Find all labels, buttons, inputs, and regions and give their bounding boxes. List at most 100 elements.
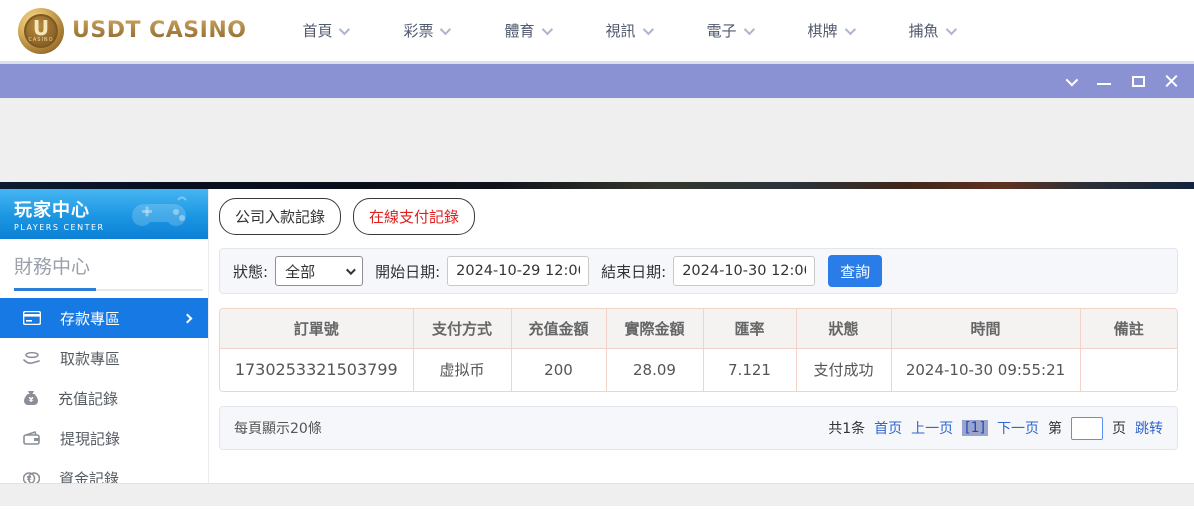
svg-text:¥: ¥ (29, 396, 34, 404)
cell-order-number: 1730253321503799 (220, 348, 413, 391)
sidebar-item-label: 取款專區 (60, 348, 120, 369)
nav-item-live-video[interactable]: 視訊 (606, 20, 651, 41)
sidebar-item-label: 存款專區 (60, 308, 120, 329)
nav-item-lottery[interactable]: 彩票 (403, 20, 448, 41)
cell-exchange-rate: 7.121 (703, 348, 796, 391)
logo-mini-text: CASINO (28, 37, 53, 43)
pagination-bar: 每頁顯示20條 共1条 首页 上一页 [1] 下一页 第 页 跳转 (219, 406, 1178, 450)
col-header-order-number: 訂單號 (220, 309, 413, 348)
minimize-bar (1097, 83, 1111, 85)
table-header-row: 訂單號 支付方式 充值金額 實際金額 匯率 狀態 時間 備註 (220, 309, 1177, 348)
svg-text:¥: ¥ (27, 475, 32, 483)
minimize-icon[interactable] (1096, 73, 1112, 89)
main-panel: 公司入款記錄 在線支付記錄 狀態: 全部 開始日期: 結束日期: 查詢 (209, 189, 1194, 483)
money-bag-icon: ¥ (23, 390, 39, 406)
maximize-icon[interactable] (1130, 73, 1146, 89)
withdraw-hand-icon (23, 351, 41, 365)
jump-prefix-text: 第 (1048, 418, 1062, 438)
main-menu: 首頁 彩票 體育 視訊 電子 棋牌 (302, 20, 953, 41)
sidebar: 玩家中心 PLAYERS CENTER 財務中心 (0, 189, 209, 483)
col-header-payment-method: 支付方式 (413, 309, 511, 348)
nav-item-board-games[interactable]: 棋牌 (808, 20, 853, 41)
sidebar-item-funds-records[interactable]: ¥ 資金記錄 (0, 458, 208, 483)
nav-item-label: 彩票 (403, 20, 433, 41)
pagination-current-page[interactable]: [1] (962, 420, 988, 436)
logo-icon: U CASINO (18, 8, 64, 54)
window-titlebar (0, 64, 1194, 98)
chevron-down-icon (945, 23, 956, 34)
nav-item-label: 體育 (504, 20, 534, 41)
end-date-input[interactable] (673, 256, 815, 286)
maximize-square (1132, 76, 1145, 87)
nav-item-label: 電子 (707, 20, 737, 41)
banner-placeholder (0, 98, 1194, 182)
section-underline (14, 289, 203, 291)
col-header-exchange-rate: 匯率 (703, 309, 796, 348)
sidebar-item-withdraw-zone[interactable]: 取款專區 (0, 338, 208, 378)
pagination-first[interactable]: 首页 (874, 418, 902, 438)
status-label: 狀態: (233, 261, 268, 282)
status-select-value: 全部 (285, 261, 315, 282)
sidebar-item-withdrawal-records[interactable]: 提現記錄 (0, 418, 208, 458)
sidebar-menu: 存款專區 取款專區 ¥ 充值記錄 (0, 298, 208, 483)
banner-bottom-strip (0, 182, 1194, 189)
sidebar-item-label: 充值記錄 (58, 388, 118, 409)
sidebar-item-label: 資金記錄 (59, 468, 119, 484)
page-size-text: 每頁顯示20條 (234, 418, 322, 438)
footer-strip (0, 483, 1194, 506)
cell-payment-method: 虚拟币 (413, 348, 511, 391)
cell-recharge-amount: 200 (511, 348, 606, 391)
tab-company-deposit-records[interactable]: 公司入款記錄 (219, 198, 341, 235)
end-date-label: 結束日期: (601, 261, 666, 282)
total-count-text: 共1条 (828, 418, 865, 438)
col-header-recharge-amount: 充值金額 (511, 309, 606, 348)
sidebar-header: 玩家中心 PLAYERS CENTER (0, 189, 208, 239)
chevron-down-icon (1065, 73, 1078, 86)
nav-item-home[interactable]: 首頁 (302, 20, 347, 41)
chevron-down-icon (541, 23, 552, 34)
pagination-prev[interactable]: 上一页 (911, 418, 953, 438)
page: U CASINO USDT CASINO 首頁 彩票 體育 視訊 (0, 0, 1194, 509)
jump-suffix-text: 页 (1112, 418, 1126, 438)
sidebar-section: 財務中心 (0, 239, 208, 291)
cell-time: 2024-10-30 09:55:21 (891, 348, 1080, 391)
search-button[interactable]: 查詢 (828, 255, 882, 287)
chevron-down-icon (339, 23, 350, 34)
content-area: 玩家中心 PLAYERS CENTER 財務中心 (0, 189, 1194, 483)
sidebar-item-recharge-records[interactable]: ¥ 充值記錄 (0, 378, 208, 418)
pagination-jump-button[interactable]: 跳转 (1135, 418, 1163, 438)
deposit-card-icon (23, 311, 41, 325)
start-date-label: 開始日期: (375, 261, 440, 282)
nav-item-slots[interactable]: 電子 (707, 20, 752, 41)
col-header-remark: 備註 (1080, 309, 1177, 348)
filter-bar: 狀態: 全部 開始日期: 結束日期: 查詢 (219, 248, 1178, 294)
cell-status: 支付成功 (796, 348, 891, 391)
nav-item-label: 視訊 (606, 20, 636, 41)
gamepad-icon (126, 194, 198, 236)
col-header-time: 時間 (891, 309, 1080, 348)
wallet-icon (23, 431, 41, 445)
sidebar-section-title: 財務中心 (14, 256, 90, 278)
sidebar-item-deposit-zone[interactable]: 存款專區 (0, 298, 208, 338)
nav-item-sports[interactable]: 體育 (504, 20, 549, 41)
logo-letter: U (33, 19, 49, 37)
nav-item-label: 捕魚 (909, 20, 939, 41)
nav-item-fishing[interactable]: 捕魚 (909, 20, 954, 41)
start-date-input[interactable] (447, 256, 589, 286)
page-jump-input[interactable] (1071, 417, 1103, 440)
funds-icon: ¥ (23, 471, 40, 484)
window-controls (1062, 73, 1180, 89)
logo[interactable]: U CASINO USDT CASINO (18, 8, 246, 54)
collapse-chevron-icon[interactable] (1062, 73, 1078, 89)
records-table: 訂單號 支付方式 充值金額 實際金額 匯率 狀態 時間 備註 173025332 (220, 309, 1177, 391)
col-header-status: 狀態 (796, 309, 891, 348)
status-select[interactable]: 全部 (275, 256, 363, 286)
chevron-down-icon (743, 23, 754, 34)
tab-online-payment-records[interactable]: 在線支付記錄 (353, 198, 475, 235)
table-row: 1730253321503799 虚拟币 200 28.09 7.121 支付成… (220, 348, 1177, 391)
pagination-next[interactable]: 下一页 (997, 418, 1039, 438)
pagination-controls: 共1条 首页 上一页 [1] 下一页 第 页 跳转 (828, 417, 1163, 440)
chevron-down-icon (844, 23, 855, 34)
top-nav: U CASINO USDT CASINO 首頁 彩票 體育 視訊 (0, 0, 1194, 64)
close-icon[interactable] (1164, 73, 1180, 89)
